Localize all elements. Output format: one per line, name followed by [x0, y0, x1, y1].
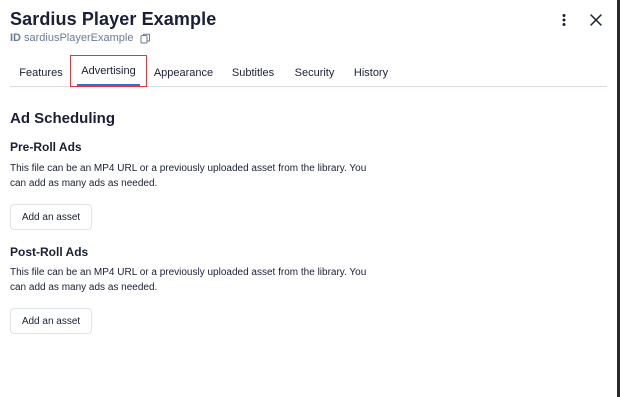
section-title: Ad Scheduling	[10, 110, 115, 127]
copy-icon[interactable]	[140, 33, 151, 44]
player-settings-panel: Sardius Player Example ID sardiusPlayerE…	[0, 0, 617, 397]
id-label: ID	[10, 32, 21, 44]
post-roll-description: This file can be an MP4 URL or a previou…	[10, 265, 370, 295]
tab-security[interactable]: Security	[290, 58, 339, 87]
pre-roll-description: This file can be an MP4 URL or a previou…	[10, 161, 370, 191]
player-id-row: ID sardiusPlayerExample	[10, 32, 151, 44]
pre-roll-description-line-2: can add as many ads as needed.	[10, 178, 158, 189]
page-title: Sardius Player Example	[10, 9, 217, 29]
close-icon[interactable]	[588, 12, 604, 28]
pre-roll-add-asset-button[interactable]: Add an asset	[10, 204, 92, 230]
tab-features[interactable]: Features	[13, 58, 69, 87]
post-roll-description-line-2: can add as many ads as needed.	[10, 282, 158, 293]
settings-tabs: Features Advertising Appearance Subtitle…	[10, 55, 607, 87]
pre-roll-description-line-1: This file can be an MP4 URL or a previou…	[10, 163, 367, 174]
post-roll-description-line-1: This file can be an MP4 URL or a previou…	[10, 267, 367, 278]
player-id-value: sardiusPlayerExample	[24, 32, 134, 44]
tab-history[interactable]: History	[348, 58, 394, 87]
post-roll-title: Post-Roll Ads	[10, 245, 89, 259]
kebab-menu-icon[interactable]	[556, 12, 572, 28]
pre-roll-title: Pre-Roll Ads	[10, 140, 82, 154]
tab-advertising[interactable]: Advertising	[70, 55, 147, 87]
tab-appearance[interactable]: Appearance	[151, 58, 216, 87]
post-roll-add-asset-button[interactable]: Add an asset	[10, 308, 92, 334]
tab-subtitles[interactable]: Subtitles	[226, 58, 280, 87]
